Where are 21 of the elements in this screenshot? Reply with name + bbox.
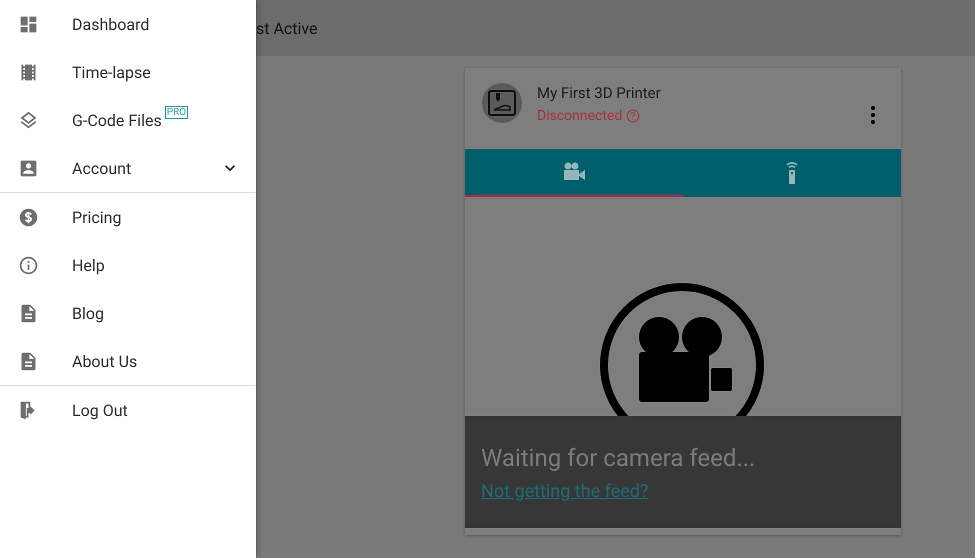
pro-badge: PRO: [164, 106, 188, 119]
printer-name: My First 3D Printer: [537, 84, 661, 102]
dashboard-icon: [18, 14, 39, 34]
drawer-item[interactable]: Account: [0, 144, 256, 192]
more-icon[interactable]: [871, 106, 875, 124]
dollar-icon: [18, 206, 39, 228]
drawer-item[interactable]: G-Code Files PRO: [0, 96, 256, 144]
drawer-item[interactable]: Blog: [0, 289, 256, 337]
account-icon: [18, 158, 39, 178]
drawer-item[interactable]: Time-lapse: [0, 48, 256, 96]
printer-icon: [482, 83, 522, 123]
drawer-item[interactable]: Dashboard: [0, 0, 256, 48]
layers-icon: [18, 110, 39, 130]
drawer-item[interactable]: Log Out: [0, 386, 256, 434]
waiting-message: Waiting for camera feed...: [481, 444, 756, 472]
drawer-item[interactable]: Help: [0, 241, 256, 289]
info-icon: [18, 254, 39, 276]
status-text: Disconnected: [537, 108, 622, 124]
page-title: st Active: [256, 18, 318, 38]
drawer-item[interactable]: Pricing: [0, 193, 256, 241]
drawer-item[interactable]: About Us: [0, 337, 256, 385]
